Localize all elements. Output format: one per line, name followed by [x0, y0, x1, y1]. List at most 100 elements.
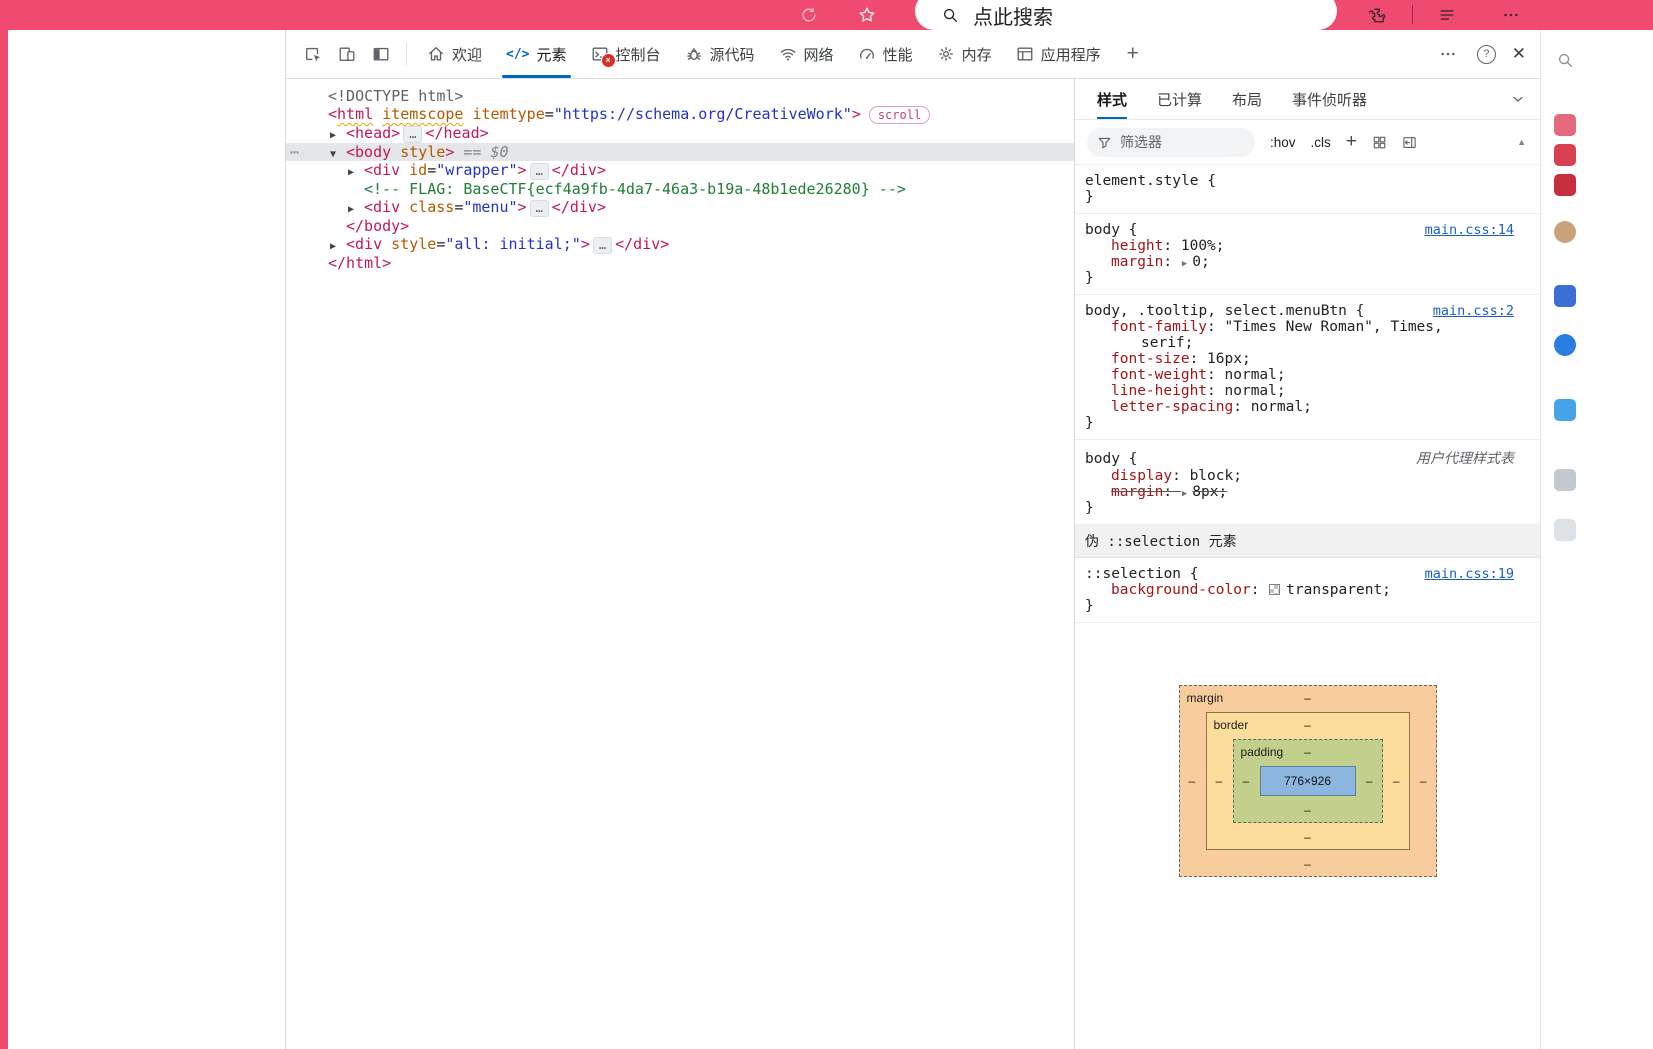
device-emulation-icon[interactable]	[330, 37, 364, 71]
devtools-tab-code[interactable]: </>元素	[494, 30, 579, 78]
box-model-content[interactable]: 776×926	[1260, 766, 1356, 796]
box-model-padding[interactable]: padding – – – – 776×926	[1233, 739, 1383, 823]
dom-node-line[interactable]: ▶<div id="wrapper">…</div>	[286, 161, 1074, 180]
box-model-margin[interactable]: margin – – – – border – – – –	[1179, 685, 1437, 877]
dom-node-line[interactable]: ▶<div class="menu">…</div>	[286, 198, 1074, 217]
styles-tab[interactable]: 样式	[1097, 79, 1127, 119]
sidebar-app-1-icon[interactable]	[1554, 114, 1576, 136]
expand-shorthand-icon[interactable]: ▶	[1182, 259, 1187, 269]
sidebar-app-6-icon[interactable]	[1554, 334, 1576, 356]
sidebar-app-5-icon[interactable]	[1554, 285, 1576, 307]
border-top-value[interactable]: –	[1304, 718, 1311, 732]
css-declaration[interactable]: margin: ▶0;	[1075, 254, 1540, 270]
css-declaration[interactable]: height: 100%;	[1075, 238, 1540, 254]
color-swatch[interactable]	[1269, 584, 1280, 595]
border-left-value[interactable]: –	[1216, 774, 1223, 788]
devtools-tab-gauge[interactable]: 性能	[846, 30, 925, 78]
css-selector[interactable]: ::selection {	[1085, 566, 1199, 582]
scroll-up-icon[interactable]: ▲	[1517, 137, 1528, 147]
css-declaration[interactable]: font-weight: normal;	[1075, 367, 1540, 383]
dom-node-line[interactable]: </html>	[286, 254, 1074, 272]
node-more-actions-button[interactable]: ⋯	[290, 143, 299, 161]
favorites-star-icon[interactable]	[856, 4, 878, 26]
dock-side-icon[interactable]	[364, 37, 398, 71]
stylesheet-link[interactable]: main.css:2	[1433, 303, 1514, 319]
dom-node-line[interactable]: ⋯▼<body style> == $0	[286, 143, 1074, 161]
new-style-rule-button[interactable]: +	[1346, 131, 1357, 153]
css-declaration[interactable]: font-size: 16px;	[1075, 351, 1540, 367]
padding-left-value[interactable]: –	[1243, 774, 1250, 788]
border-right-value[interactable]: –	[1393, 774, 1400, 788]
stylesheet-link[interactable]: main.css:19	[1425, 566, 1514, 582]
inspect-element-icon[interactable]	[296, 37, 330, 71]
devtools-tab-gear[interactable]: 内存	[925, 30, 1004, 78]
help-icon[interactable]: ?	[1477, 45, 1496, 64]
margin-right-value[interactable]: –	[1420, 774, 1427, 788]
dom-node-line[interactable]: </body>	[286, 217, 1074, 235]
search-bar[interactable]: 点此搜索	[915, 0, 1337, 30]
expander-arrow-icon[interactable]: ▼	[330, 149, 346, 160]
style-filter-field[interactable]	[1087, 128, 1255, 157]
toggle-hover-state-button[interactable]: :hov	[1270, 135, 1296, 150]
css-declaration[interactable]: margin: ▶8px;	[1075, 484, 1540, 500]
sidebar-app-9-icon[interactable]	[1554, 519, 1576, 541]
computed-panel-toggle-icon[interactable]	[1402, 135, 1417, 150]
dom-node-line[interactable]: <!-- FLAG: BaseCTF{ecf4a9fb-4da7-46a3-b1…	[286, 180, 1074, 198]
collections-icon[interactable]	[1436, 4, 1458, 26]
dom-node-line[interactable]: ▶<head>…</head>	[286, 124, 1074, 143]
css-selector[interactable]: body, .tooltip, select.menuBtn {	[1085, 303, 1364, 319]
sidebar-app-4-icon[interactable]	[1554, 221, 1576, 243]
extensions-icon[interactable]	[1366, 4, 1388, 26]
styles-tab[interactable]: 布局	[1232, 79, 1262, 119]
style-filter-input[interactable]	[1118, 133, 1232, 151]
devtools-tab-wifi[interactable]: 网络	[767, 30, 846, 78]
margin-bottom-value[interactable]: –	[1304, 857, 1311, 871]
expand-shorthand-icon[interactable]: ▶	[1182, 489, 1187, 499]
expand-ellipsis-button[interactable]: …	[530, 163, 549, 180]
reload-icon[interactable]	[798, 4, 820, 26]
css-declaration[interactable]: background-color: transparent;	[1075, 582, 1540, 598]
devtools-menu-icon[interactable]	[1431, 37, 1465, 71]
expand-ellipsis-button[interactable]: …	[403, 126, 422, 143]
devtools-tab-app[interactable]: 应用程序	[1004, 30, 1113, 78]
expander-arrow-icon[interactable]: ▶	[348, 204, 364, 215]
css-declaration[interactable]: display: block;	[1075, 468, 1540, 484]
css-selector[interactable]: body {	[1085, 222, 1137, 238]
sidebar-app-2-icon[interactable]	[1554, 144, 1576, 166]
css-declaration[interactable]: line-height: normal;	[1075, 383, 1540, 399]
expand-ellipsis-button[interactable]: …	[593, 237, 612, 254]
sidebar-search-icon[interactable]	[1554, 49, 1576, 71]
expander-arrow-icon[interactable]: ▶	[330, 130, 346, 141]
css-declaration[interactable]: font-family: "Times New Roman", Times,	[1075, 319, 1540, 335]
sidebar-app-7-icon[interactable]	[1554, 399, 1576, 421]
scroll-badge[interactable]: scroll	[869, 106, 930, 124]
styles-tab[interactable]: 事件侦听器	[1292, 79, 1367, 119]
border-bottom-value[interactable]: –	[1304, 830, 1311, 844]
chevron-down-icon[interactable]	[1496, 79, 1540, 119]
toggle-class-button[interactable]: .cls	[1311, 135, 1331, 150]
expander-arrow-icon[interactable]: ▶	[330, 241, 346, 252]
dom-node-line[interactable]: ▶<div style="all: initial;">…</div>	[286, 235, 1074, 254]
expand-ellipsis-button[interactable]: …	[530, 200, 549, 217]
dom-node-line[interactable]: <!DOCTYPE html>	[286, 87, 1074, 105]
css-selector[interactable]: element.style {	[1085, 173, 1216, 189]
devtools-tab-home[interactable]: 欢迎	[415, 30, 494, 78]
css-declaration[interactable]: letter-spacing: normal;	[1075, 399, 1540, 415]
css-selector[interactable]: body {	[1085, 451, 1137, 467]
styles-tab[interactable]: 已计算	[1157, 79, 1202, 119]
close-devtools-icon[interactable]: ✕	[1508, 44, 1530, 64]
grid-options-icon[interactable]	[1372, 135, 1387, 150]
dom-node-line[interactable]: <html itemscope itemtype="https://schema…	[286, 105, 1074, 124]
padding-top-value[interactable]: –	[1304, 745, 1311, 759]
stylesheet-link[interactable]: main.css:14	[1425, 222, 1514, 238]
padding-right-value[interactable]: –	[1366, 774, 1373, 788]
sidebar-app-3-icon[interactable]	[1554, 174, 1576, 196]
more-tools-button[interactable]: +	[1113, 42, 1153, 66]
sidebar-app-8-icon[interactable]	[1554, 469, 1576, 491]
expander-arrow-icon[interactable]: ▶	[348, 167, 364, 178]
box-model-border[interactable]: border – – – – padding – – –	[1206, 712, 1410, 850]
devtools-tab-console[interactable]: ×控制台	[579, 30, 673, 78]
devtools-tab-bug[interactable]: 源代码	[673, 30, 767, 78]
margin-left-value[interactable]: –	[1189, 774, 1196, 788]
padding-bottom-value[interactable]: –	[1304, 803, 1311, 817]
